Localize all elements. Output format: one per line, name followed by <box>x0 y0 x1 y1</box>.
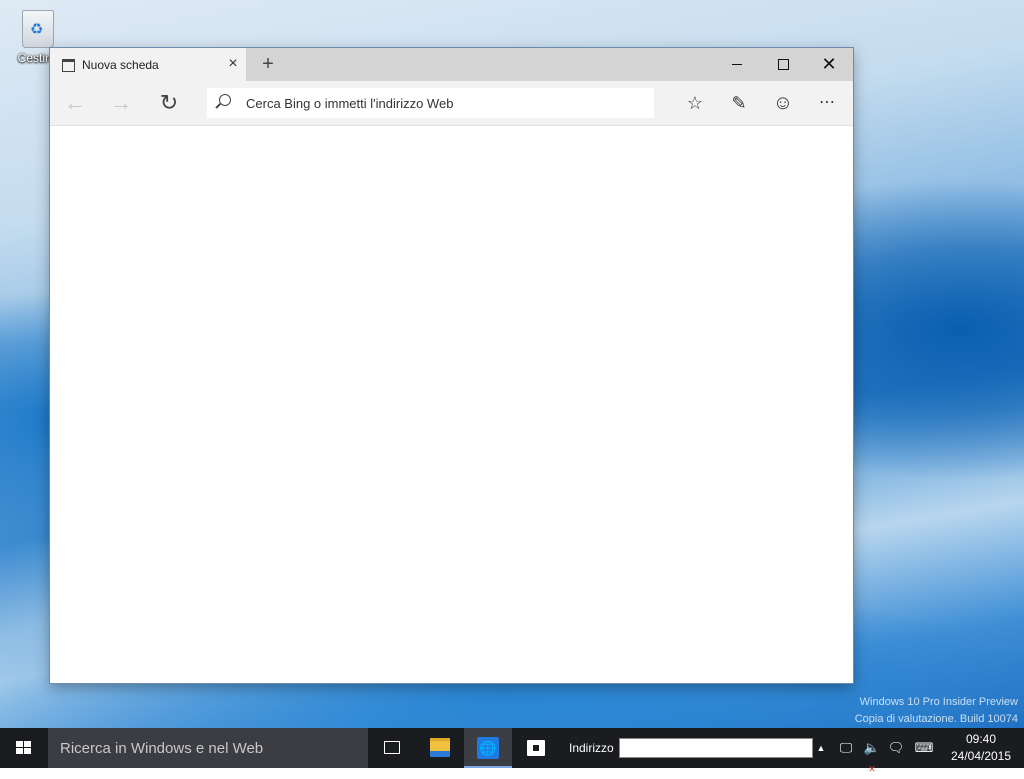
clock-date: 24/04/2015 <box>950 749 1012 763</box>
recycle-bin-icon: ♻ <box>22 10 54 48</box>
maximize-icon <box>777 59 789 71</box>
store-button[interactable] <box>512 728 560 768</box>
web-note-icon[interactable]: ✎ <box>724 88 754 118</box>
start-button[interactable] <box>0 728 48 768</box>
minimize-button[interactable] <box>714 48 760 81</box>
close-button[interactable]: ✕ <box>806 48 852 81</box>
show-hidden-icons-chevron-icon[interactable]: ▲ <box>815 738 827 758</box>
touch-keyboard-icon[interactable]: ⌨ <box>911 738 937 758</box>
page-content <box>50 126 853 683</box>
address-bar[interactable]: Cerca Bing o immetti l'indirizzo Web <box>207 88 654 118</box>
watermark-line-2: Copia di valutazione. Build 10074 <box>854 713 1018 725</box>
back-arrow-icon[interactable]: ← <box>60 88 90 118</box>
task-view-icon <box>384 741 400 755</box>
taskbar: Ricerca in Windows e nel Web 🌐 Indirizzo… <box>0 728 1024 774</box>
watermark-line-1: Windows 10 Pro Insider Preview <box>859 696 1018 708</box>
refresh-icon[interactable]: ↻ <box>154 88 184 118</box>
reading-view-icon[interactable]: ☆ <box>680 88 710 118</box>
task-view-button[interactable] <box>368 728 416 768</box>
clock-time: 09:40 <box>965 732 997 746</box>
action-center-icon[interactable]: 🗨 <box>886 738 906 758</box>
search-icon <box>219 94 231 106</box>
clock[interactable]: 09:40 24/04/2015 <box>942 731 1020 765</box>
more-actions-icon[interactable]: ⋯ <box>813 88 843 118</box>
new-tab-button[interactable]: + <box>256 52 280 76</box>
folder-icon <box>430 738 450 758</box>
minimize-icon <box>732 64 742 66</box>
browser-taskbar-button[interactable]: 🌐 <box>464 728 512 768</box>
build-watermark: Windows 10 Pro Insider Preview Copia di … <box>855 694 1018 728</box>
file-explorer-button[interactable] <box>416 728 464 768</box>
tab-nuova-scheda[interactable]: Nuova scheda × <box>50 48 246 81</box>
tab-close-icon[interactable]: × <box>224 54 242 74</box>
store-bag-icon <box>527 739 545 756</box>
address-placeholder: Cerca Bing o immetti l'indirizzo Web <box>246 96 454 111</box>
globe-icon: 🌐 <box>477 736 499 759</box>
forward-arrow-icon[interactable]: → <box>106 88 136 118</box>
address-toolbar-input[interactable] <box>619 738 813 758</box>
taskbar-search-placeholder: Ricerca in Windows e nel Web <box>60 740 264 757</box>
browser-window: Nuova scheda × + ✕ ← → ↻ Cerca Bing o im… <box>50 48 853 683</box>
network-icon[interactable]: 🖵 <box>836 738 856 758</box>
feedback-smiley-icon[interactable]: ☺ <box>768 88 798 118</box>
speaker-icon: 🔈 <box>863 740 881 755</box>
taskbar-search-box[interactable]: Ricerca in Windows e nel Web <box>48 728 368 768</box>
title-bar[interactable]: Nuova scheda × + ✕ <box>50 48 853 81</box>
tab-title: Nuova scheda <box>82 58 159 72</box>
navigation-toolbar: ← → ↻ Cerca Bing o immetti l'indirizzo W… <box>50 81 853 126</box>
tab-page-icon <box>62 59 75 72</box>
windows-logo-icon <box>16 741 32 755</box>
volume-muted-icon[interactable]: 🔈✕ <box>862 738 882 774</box>
address-toolbar-label: Indirizzo <box>569 741 614 755</box>
maximize-button[interactable] <box>760 48 806 81</box>
